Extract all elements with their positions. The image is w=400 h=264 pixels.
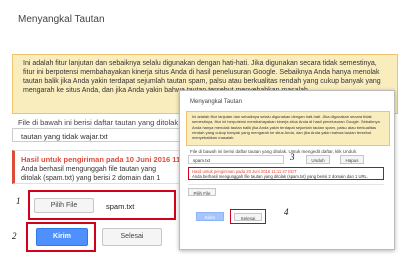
dialog-title: Menyangkal Tautan [18,14,105,25]
selected-file-field[interactable]: tautan yang tidak wajar.txt [12,128,180,142]
done-button[interactable]: Selesai [102,228,162,246]
overlay-divider [188,184,384,185]
result-body: Anda berhasil mengunggah file tautan yan… [21,166,161,182]
overlay-submit-button[interactable]: Kirim [196,212,224,221]
delete-button[interactable]: Hapus [340,155,364,164]
step-4-label: 4 [284,207,289,217]
overlay-warning-text: Ini adalah fitur lanjutan dan sebaiknya … [192,114,380,141]
chosen-file-name: spam.txt [106,202,135,211]
overlay-result-body: Anda berhasil mengunggah file tautan yan… [192,174,368,179]
overlay-submission-result: Hasil untuk pengiriman pada 20 Juni 2016… [188,167,384,180]
step-2-label: 2 [12,231,17,241]
overlay-file-label: File di bawah ini berisi daftar tautan y… [190,149,358,154]
overlay-choose-file-button[interactable]: Pilih File [188,188,216,196]
step-3-label: 3 [290,152,295,162]
step-1-label: 1 [16,196,21,206]
overlay-done-button[interactable]: Selesai [234,213,262,221]
file-list-label: File di bawah ini berisi daftar tautan y… [18,118,179,127]
download-button[interactable]: Unduh [306,155,330,164]
overlay-warning-box: Ini adalah fitur lanjutan dan sebaiknya … [186,111,390,146]
overlay-title: Menyangkal Tautan [190,99,242,105]
overlay-dialog: Menyangkal Tautan Ini adalah fitur lanju… [179,90,395,250]
submission-result: Hasil untuk pengiriman pada 10 Juni 2016… [12,150,180,184]
overlay-file-field[interactable]: spam.txt [188,155,284,164]
result-title: Hasil untuk pengiriman pada 10 Juni 2016… [21,155,180,164]
choose-file-button[interactable]: Pilih File [34,198,94,213]
submit-button[interactable]: Kirim [36,228,88,246]
